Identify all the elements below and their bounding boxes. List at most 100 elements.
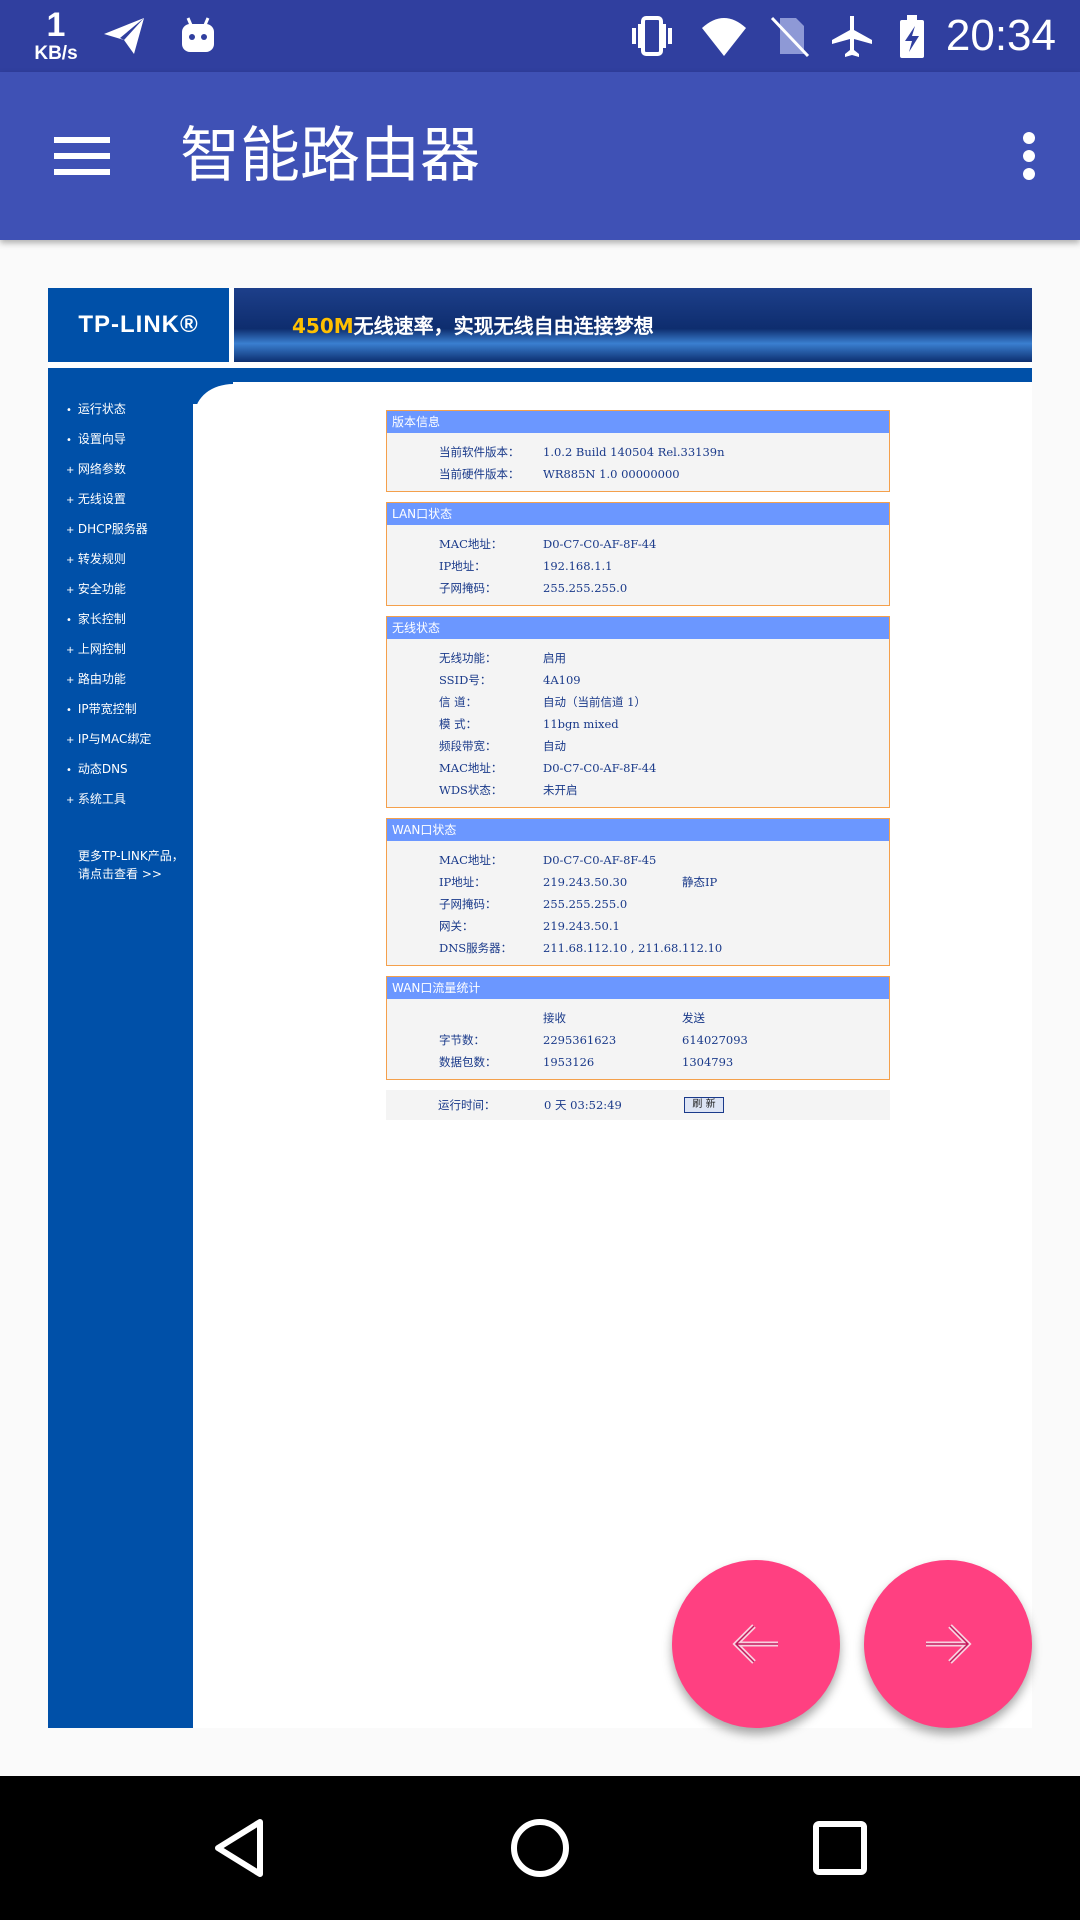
- info-key: IP地址：: [439, 559, 486, 573]
- sidebar-item-parental-control[interactable]: • 家长控制: [66, 604, 193, 634]
- received-header: 接收: [543, 1011, 566, 1025]
- info-row: 信 道： 自动（当前信道 1）: [387, 691, 889, 713]
- info-key: 信 道：: [439, 695, 478, 709]
- traffic-row: 数据包数： 1953126 1304793: [387, 1051, 889, 1073]
- bullet: +: [66, 675, 75, 686]
- more-products-line1: 更多TP-LINK产品，: [78, 849, 184, 863]
- nav-back-icon[interactable]: [204, 1812, 276, 1884]
- more-vert-icon[interactable]: [1004, 124, 1054, 188]
- sidebar-item-wireless[interactable]: + 无线设置: [66, 484, 193, 514]
- panel-title: LAN口状态: [387, 503, 889, 525]
- info-key: 子网掩码：: [439, 581, 497, 595]
- info-value: 自动（当前信道 1）: [543, 695, 646, 709]
- router-header: TP-LINK® 450M无线速率，实现无线自由连接梦想: [48, 288, 1032, 362]
- info-row: 模 式： 11bgn mixed: [387, 713, 889, 735]
- sidebar-item-label: 上网控制: [77, 642, 126, 656]
- sidebar-item-setup-wizard[interactable]: • 设置向导: [66, 424, 193, 454]
- info-row: 无线功能： 启用: [387, 647, 889, 669]
- sidebar-item-security[interactable]: + 安全功能: [66, 574, 193, 604]
- sidebar-item-bandwidth[interactable]: • IP带宽控制: [66, 694, 193, 724]
- info-key: 数据包数：: [439, 1055, 497, 1069]
- received-value: 2295361623: [543, 1033, 617, 1047]
- info-row: MAC地址： D0-C7-C0-AF-8F-44: [387, 757, 889, 779]
- sent-value: 614027093: [682, 1033, 748, 1047]
- sidebar-item-ip-mac-binding[interactable]: + IP与MAC绑定: [66, 724, 193, 754]
- sent-header: 发送: [682, 1011, 705, 1025]
- sidebar-item-network[interactable]: + 网络参数: [66, 454, 193, 484]
- info-value: 255.255.255.0: [543, 581, 628, 595]
- wireless-panel: 无线状态 无线功能： 启用 SSID号： 4A109 信 道： 自动（当前信道 1） …: [386, 616, 890, 808]
- router-webview: TP-LINK® 450M无线速率，实现无线自由连接梦想 • 运行状态 • 设置…: [48, 288, 1032, 1728]
- sidebar-item-label: 系统工具: [77, 792, 126, 806]
- arrow-right-icon: [926, 1624, 972, 1664]
- more-products-link[interactable]: 更多TP-LINK产品， 请点击查看 >>: [78, 847, 184, 883]
- info-value: D0-C7-C0-AF-8F-44: [543, 761, 657, 775]
- info-row: MAC地址： D0-C7-C0-AF-8F-44: [387, 533, 889, 555]
- bullet: +: [66, 495, 75, 506]
- info-row: MAC地址： D0-C7-C0-AF-8F-45: [387, 849, 889, 871]
- lan-panel: LAN口状态 MAC地址： D0-C7-C0-AF-8F-44 IP地址： 192.…: [386, 502, 890, 606]
- sidebar-item-ddns[interactable]: • 动态DNS: [66, 754, 193, 784]
- info-key: 无线功能：: [439, 651, 497, 665]
- bullet: +: [66, 525, 75, 536]
- clock: 20:34: [945, 11, 1056, 60]
- wan-panel: WAN口状态 MAC地址： D0-C7-C0-AF-8F-45 IP地址： 219.…: [386, 818, 890, 966]
- airplane-icon: [832, 16, 872, 57]
- sidebar-item-dhcp[interactable]: + DHCP服务器: [66, 514, 193, 544]
- app-bar: 智能路由器: [0, 72, 1080, 240]
- info-row: 当前硬件版本： WR885N 1.0 00000000: [387, 463, 889, 485]
- hamburger-menu-icon[interactable]: [40, 124, 126, 188]
- bullet: •: [66, 435, 72, 446]
- info-value: 255.255.255.0: [543, 897, 628, 911]
- info-row: 网关： 219.243.50.1: [387, 915, 889, 937]
- app-title: 智能路由器: [180, 121, 480, 191]
- bullet: +: [66, 555, 75, 566]
- router-banner: 450M无线速率，实现无线自由连接梦想: [234, 288, 1032, 362]
- nav-recents-icon[interactable]: [804, 1812, 876, 1884]
- tplink-logo[interactable]: TP-LINK®: [48, 288, 229, 362]
- sidebar-item-access-control[interactable]: + 上网控制: [66, 634, 193, 664]
- info-row: SSID号： 4A109: [387, 669, 889, 691]
- status-bar: 1 KB/s 20:34: [0, 0, 1080, 72]
- bullet: •: [66, 765, 72, 776]
- no-sim-icon: [770, 16, 810, 58]
- received-value: 1953126: [543, 1055, 595, 1069]
- info-key: WDS状态：: [439, 783, 503, 797]
- info-value: 219.243.50.1: [543, 919, 620, 933]
- sidebar-item-system-tools[interactable]: + 系统工具: [66, 784, 193, 814]
- panel-title: 版本信息: [387, 411, 889, 433]
- bullet: +: [66, 585, 75, 596]
- forward-fab-button[interactable]: [864, 1560, 1032, 1728]
- sidebar-item-label: 无线设置: [77, 492, 126, 506]
- info-key: MAC地址：: [439, 761, 503, 775]
- router-header-band: [48, 368, 1032, 382]
- info-value: 自动: [543, 739, 566, 753]
- info-key: 频段带宽：: [439, 739, 497, 753]
- sidebar-item-label: 设置向导: [77, 432, 126, 446]
- sidebar-item-forwarding[interactable]: + 转发规则: [66, 544, 193, 574]
- info-value: 未开启: [543, 783, 578, 797]
- sent-value: 1304793: [682, 1055, 734, 1069]
- bullet: +: [66, 645, 75, 656]
- info-row: DNS服务器： 211.68.112.10 , 211.68.112.10: [387, 937, 889, 959]
- info-value: 192.168.1.1: [543, 559, 613, 573]
- back-fab-button[interactable]: [672, 1560, 840, 1728]
- info-key: MAC地址：: [439, 537, 503, 551]
- nav-home-icon[interactable]: [504, 1812, 576, 1884]
- info-value: D0-C7-C0-AF-8F-44: [543, 537, 657, 551]
- info-value: 启用: [543, 651, 566, 665]
- info-key: 当前软件版本：: [439, 445, 520, 459]
- sidebar-item-routing[interactable]: + 路由功能: [66, 664, 193, 694]
- info-key: IP地址：: [439, 875, 486, 889]
- sidebar-corner: [193, 382, 255, 424]
- bullet: •: [66, 405, 72, 416]
- panel-title: WAN口状态: [387, 819, 889, 841]
- info-key: 字节数：: [439, 1033, 485, 1047]
- network-speed-value: 1: [46, 6, 66, 44]
- info-value: D0-C7-C0-AF-8F-45: [543, 853, 657, 867]
- bullet: •: [66, 615, 72, 626]
- sidebar-item-label: 安全功能: [77, 582, 126, 596]
- refresh-button[interactable]: 刷 新: [684, 1097, 724, 1113]
- sidebar-item-running-status[interactable]: • 运行状态: [66, 394, 193, 424]
- router-status-content: 版本信息 当前软件版本： 1.0.2 Build 140504 Rel.33139…: [386, 410, 890, 1120]
